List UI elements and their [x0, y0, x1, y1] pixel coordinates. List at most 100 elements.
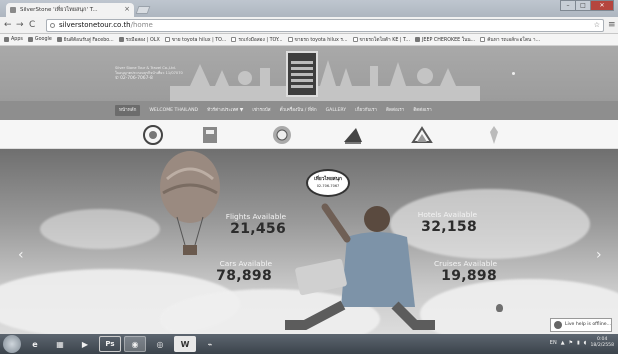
clock-date: 18/2/2558: [590, 343, 614, 348]
partner-building-icon[interactable]: [199, 124, 221, 146]
bookmark-label: รถมือสอง | OLX: [125, 37, 160, 43]
maximize-icon[interactable]: □: [575, 0, 591, 11]
url-path: /home: [130, 21, 153, 29]
chrome-icon[interactable]: ◉: [124, 336, 146, 352]
media-icon[interactable]: ▶: [74, 336, 96, 352]
bookmark-label: ขายรถ toyota hilux ร...: [294, 37, 348, 43]
bubble-phone: 02-706-7067: [316, 184, 340, 188]
flag-icon[interactable]: ⚑: [569, 340, 573, 346]
stat-value: 21,456: [230, 221, 286, 237]
volume-icon[interactable]: ◖: [584, 340, 587, 346]
partner-emblem-icon[interactable]: [483, 124, 505, 146]
nav-item[interactable]: ทัวร์ต่างประเทศ ▼: [207, 107, 243, 114]
photoshop-icon[interactable]: Ps: [99, 336, 121, 352]
url-domain: silverstonetour.co.th: [59, 21, 131, 29]
bookmark-item[interactable]: รถเก๋งมือสอง | TOY...: [231, 36, 283, 44]
nav-item[interactable]: ติดต่อเรา: [413, 107, 431, 114]
partner-mountain-icon[interactable]: [411, 124, 433, 146]
new-tab-button[interactable]: [135, 6, 151, 14]
start-button[interactable]: [3, 335, 21, 353]
tray-expand-icon[interactable]: ▲: [561, 340, 565, 346]
browser-tab[interactable]: SilverStone 'เที่ยวไทยสนุก' T... ×: [6, 3, 134, 17]
flights-stat[interactable]: Flights Available 21,456: [218, 212, 286, 237]
tab-favicon-icon: [10, 7, 16, 13]
bookmark-item[interactable]: ขาย toyota hilux | TO...: [164, 36, 226, 44]
bookmark-item[interactable]: ยินดีต้อนรับสู่ Facebo...: [56, 36, 114, 44]
site-main-nav: หน้าหลัก WELCOME THAILAND ทัวร์ต่างประเทศ …: [0, 101, 618, 120]
browser-toolbar: ← → C silverstonetour.co.th/home ☆ ≡: [0, 17, 618, 34]
reload-icon[interactable]: C: [29, 19, 35, 31]
nav-item[interactable]: WELCOME THAILAND: [149, 108, 198, 113]
nav-item[interactable]: หน้าหลัก: [115, 105, 141, 116]
nav-item[interactable]: ตั๋วเครื่องบิน / ที่พัก: [280, 107, 317, 114]
window-controls: – □ ✕: [560, 0, 614, 12]
page-icon: [352, 37, 358, 42]
page-info-icon: [50, 23, 55, 28]
network-icon[interactable]: ▮: [577, 340, 580, 346]
site-header: Silver Stone Tour & Travel Co.,Ltd. ใบอน…: [0, 46, 618, 101]
slider-prev-arrow-icon[interactable]: ‹: [18, 247, 24, 263]
bookmark-item[interactable]: ขายรถโตโยต้า KE | T...: [352, 36, 410, 44]
bookmark-label: รถเก๋งมือสอง | TOY...: [238, 37, 283, 43]
partner-logos-bar: [0, 120, 618, 149]
nav-item[interactable]: เช่ารถบัส: [252, 107, 270, 114]
stat-label: Flights Available: [225, 212, 286, 221]
close-window-icon[interactable]: ✕: [590, 0, 614, 11]
browser-tab-strip: SilverStone 'เที่ยวไทยสนุก' T... × – □ ✕: [0, 0, 618, 17]
bookmark-item[interactable]: Apps: [4, 37, 23, 42]
apps-icon: [4, 37, 9, 42]
bookmark-item[interactable]: ขายรถ toyota hilux ร...: [287, 36, 348, 44]
page-icon: [164, 37, 170, 42]
tab-title: SilverStone 'เที่ยวไทยสนุก' T...: [20, 7, 98, 13]
google-icon: [27, 37, 33, 42]
bookmark-item[interactable]: JEEP CHEROKEE ในน...: [415, 36, 475, 44]
language-indicator[interactable]: EN: [550, 340, 557, 346]
bookmark-item[interactable]: รถมือสอง | OLX: [118, 36, 160, 44]
explorer-icon[interactable]: ▦: [49, 336, 71, 352]
bookmark-label: Google: [34, 37, 52, 42]
live-help-label: Live help is offline...: [565, 322, 612, 327]
bookmark-star-icon[interactable]: ☆: [594, 20, 600, 31]
back-arrow-icon[interactable]: ←: [4, 19, 12, 31]
bookmark-item[interactable]: Google: [27, 37, 52, 42]
cruises-stat[interactable]: Cruises Available 19,898: [421, 259, 497, 284]
minimize-icon[interactable]: –: [560, 0, 576, 11]
page-icon: [287, 37, 293, 42]
partner-globe-icon[interactable]: [271, 124, 293, 146]
nav-item[interactable]: GALLERY: [326, 108, 346, 113]
bookmark-label: ยินดีต้อนรับสู่ Facebo...: [63, 37, 114, 43]
facebook-icon: [56, 37, 62, 42]
nav-item[interactable]: เกี่ยวกับเรา: [355, 107, 377, 114]
clock[interactable]: 0:04 18/2/2558: [590, 337, 614, 349]
stat-value: 19,898: [441, 268, 497, 284]
jeep-icon: [415, 37, 420, 42]
acrobat-icon[interactable]: ⌁: [199, 336, 221, 352]
url-input[interactable]: silverstonetour.co.th/home ☆: [46, 19, 604, 32]
header-decoration-dot: [512, 72, 515, 75]
tab-close-icon[interactable]: ×: [124, 5, 130, 13]
stat-label: Hotels Available: [417, 210, 477, 219]
forward-arrow-icon[interactable]: →: [16, 19, 24, 31]
slider-next-arrow-icon[interactable]: ›: [596, 247, 602, 263]
thai-temple-skyline-illustration: [170, 60, 480, 101]
silverstone-logo[interactable]: [286, 51, 318, 97]
hotels-stat[interactable]: Hotels Available 32,158: [405, 210, 477, 235]
partner-seal-icon[interactable]: [142, 124, 164, 146]
partner-airline-icon[interactable]: [342, 124, 364, 146]
windows-taskbar: e ▦ ▶ Ps ◉ ◎ W ⌁ EN ▲ ⚑ ▮ ◖ 0:04 18/2/25…: [0, 334, 618, 354]
menu-icon[interactable]: ≡: [608, 19, 616, 31]
system-tray: EN ▲ ⚑ ▮ ◖ 0:04 18/2/2558: [550, 337, 614, 349]
cars-stat[interactable]: Cars Available 78,898: [204, 259, 272, 284]
bookmarks-bar: Apps Google ยินดีต้อนรับสู่ Facebo... รถมือ…: [0, 34, 618, 46]
page-icon: [231, 37, 237, 42]
live-help-widget[interactable]: Live help is offline...: [550, 318, 612, 332]
word-icon[interactable]: W: [174, 336, 196, 352]
nav-item[interactable]: ติดต่อเรา: [386, 107, 404, 114]
bookmark-item[interactable]: ค้นหา รถเอส์กะอโตน า...: [480, 36, 540, 44]
company-phone: 02-706-7067-8: [120, 76, 153, 81]
ie-icon[interactable]: e: [24, 336, 46, 352]
stat-value: 78,898: [216, 268, 272, 284]
stat-label: Cars Available: [219, 259, 272, 268]
hot-air-balloon-icon: [160, 151, 220, 255]
camera-icon[interactable]: ◎: [149, 336, 171, 352]
